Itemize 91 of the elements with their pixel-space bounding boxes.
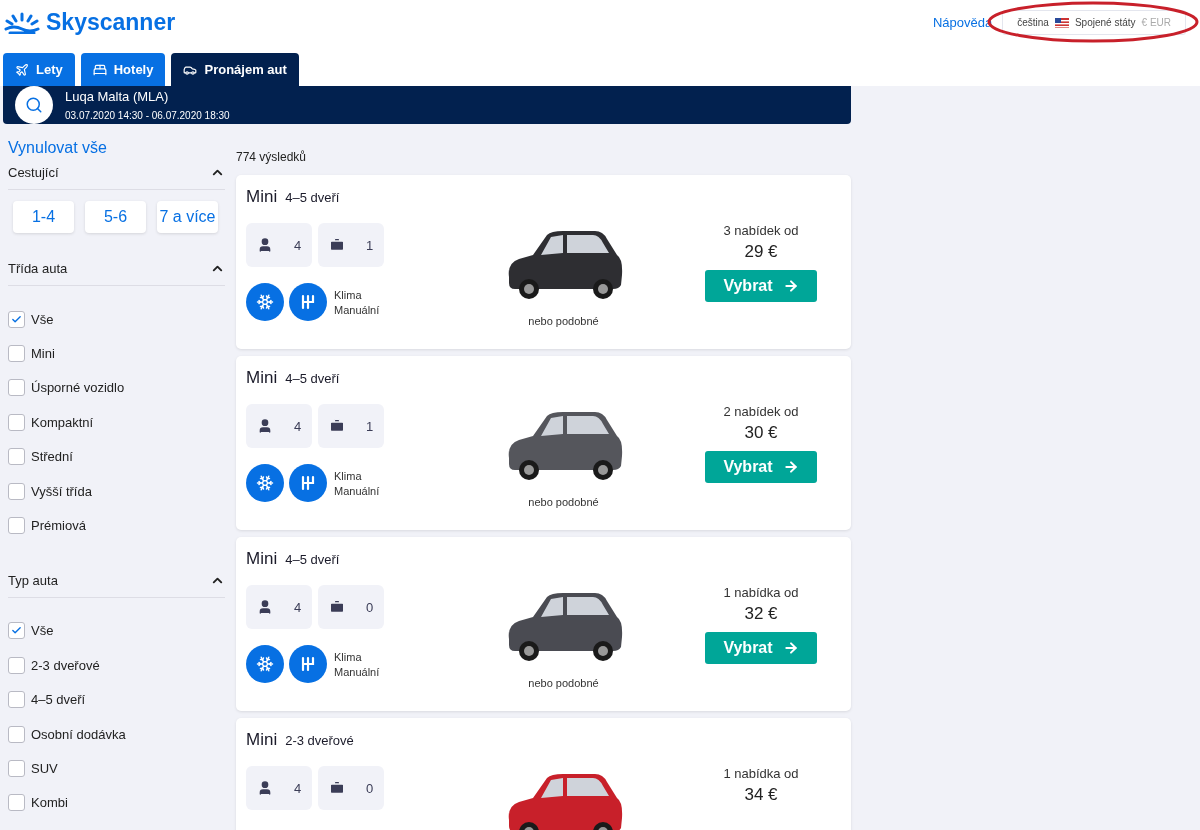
checkbox[interactable] [8,760,25,777]
filter-section-header[interactable]: Cestující [8,157,225,190]
checkbox-label[interactable]: SUV [31,761,58,776]
checkbox[interactable] [8,379,25,397]
checkbox-label[interactable]: 2-3 dveřové [31,657,100,673]
checkbox[interactable] [8,448,25,466]
check-icon [11,313,22,325]
doors-text: 4–5 dveří [285,552,340,567]
similar-note: nebo podobné [528,315,599,327]
checkbox[interactable] [8,413,25,431]
price-text: 29 € [744,242,778,262]
gear-shift-icon [299,293,317,311]
offers-text: 2 nabídek od [723,404,799,419]
checkbox-label[interactable]: 4–5 dveří [31,692,86,708]
doors-text: 2-3 dveřové [285,733,354,748]
checkbox[interactable] [8,345,25,363]
search-button[interactable] [15,86,53,124]
luggage-icon [328,237,345,253]
filter-section-header[interactable]: Typ auta [8,564,225,598]
nav-tab[interactable]: Lety [3,53,75,86]
checkbox-label[interactable]: Kombi [31,795,68,811]
checkbox[interactable] [8,794,25,812]
feature-text: Klima [334,469,363,482]
bags-stat: 1 [318,223,384,267]
checkbox[interactable] [8,622,25,640]
checkbox-label[interactable]: Osobní dodávka [31,726,126,742]
offers-text: 1 nabídka od [723,766,799,781]
checkbox[interactable] [8,482,25,500]
checkbox-label[interactable]: Kompaktní [31,414,94,430]
feature-text: Klima [334,288,363,301]
reset-link[interactable]: Vynulovat vše [8,139,225,157]
feature-text: Manuální [334,484,380,497]
passengers-stat: 4 [246,585,312,629]
bags-stat: 1 [318,404,384,448]
checkbox[interactable] [8,517,25,535]
gear-shift-icon [299,655,317,673]
feature-text: Klima [334,650,363,663]
passenger-option[interactable]: 1-4 [13,201,74,233]
price-text: 30 € [744,423,778,443]
checkbox[interactable] [8,691,25,709]
flag-icon [1054,17,1069,28]
checkbox-label[interactable]: Vše [31,623,54,639]
snowflake-icon [246,645,284,683]
sunrise-logo-icon [4,11,40,34]
checkbox-label[interactable]: Prémiová [31,518,86,534]
checkbox[interactable] [8,310,25,328]
doors-text: 4–5 dveří [285,190,340,205]
results-count: 774 výsledků [236,149,308,166]
luggage-icon [328,780,345,796]
car-category: Mini [246,549,278,569]
passengers-stat: 4 [246,404,312,448]
plane-icon [15,62,29,77]
passenger-option[interactable]: 5-6 [85,201,146,233]
similar-note: nebo podobné [528,496,599,508]
offers-text: 1 nabídka od [723,585,799,600]
location-text: Luqa Malta (MLA) [65,89,170,104]
checkbox-label[interactable]: Mini [31,346,55,362]
gear-shift-icon [299,474,317,492]
car-category: Mini [246,730,278,750]
checkbox-label[interactable]: Střední [31,449,73,465]
nav-tab[interactable]: Hotely [80,53,166,86]
car-category: Mini [246,368,278,388]
search-icon [25,96,43,114]
price-text: 32 € [744,604,778,624]
price-text: 34 € [744,785,778,805]
offers-text: 3 nabídek od [723,223,799,238]
checkbox[interactable] [8,725,25,743]
passenger-option[interactable]: 7 a více [157,201,218,233]
feature-text: Manuální [334,303,380,316]
bags-stat: 0 [318,766,384,810]
locale-button[interactable]: čeština Spojené státy € EUR [1002,10,1186,35]
filter-section-header[interactable]: Třída auta [8,253,225,286]
logo-text[interactable]: Skyscanner [46,9,176,36]
bed-icon [92,62,107,77]
snowflake-icon [246,464,284,502]
luggage-icon [328,599,345,615]
luggage-icon [328,418,345,434]
car-category: Mini [246,187,278,207]
dates-text: 03.07.2020 14:30 - 06.07.2020 18:30 [65,110,230,121]
feature-text: Manuální [334,665,380,678]
nav-tab[interactable]: Pronájem aut [171,53,299,86]
snowflake-icon [246,283,284,321]
similar-note: nebo podobné [528,677,599,689]
checkbox-label[interactable]: Vše [31,311,54,327]
doors-text: 4–5 dveří [285,371,340,386]
bags-stat: 0 [318,585,384,629]
passengers-stat: 4 [246,223,312,267]
checkbox-label[interactable]: Úsporné vozidlo [31,380,125,396]
passengers-stat: 4 [246,766,312,810]
checkbox[interactable] [8,656,25,674]
checkbox-label[interactable]: Vyšší třída [31,483,92,499]
